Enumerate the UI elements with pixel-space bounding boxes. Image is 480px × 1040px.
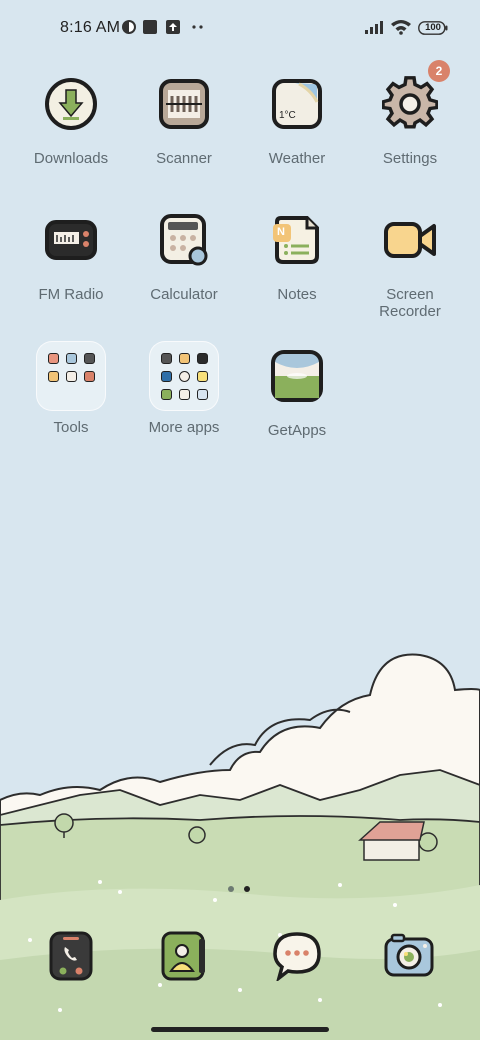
app-settings[interactable]: 2 Settings [355,60,465,167]
mini-app-icon [179,353,190,364]
signal-icon [364,19,386,36]
mini-app-icon [179,371,190,382]
gear-icon: 2 [382,60,450,132]
app-scanner[interactable]: Scanner [129,76,239,167]
calculator-icon [156,212,212,268]
app-notes[interactable]: N Notes [242,212,352,303]
contrast-icon [121,19,137,36]
mini-app-icon [84,353,95,364]
dock-camera[interactable] [384,931,434,981]
app-label: Scanner [156,150,212,167]
app-fm-radio[interactable]: FM Radio [16,212,126,303]
mini-app-icon [84,371,95,382]
video-camera-icon [382,212,438,268]
camera-icon [384,933,434,977]
square-icon [142,19,158,36]
upload-icon [165,19,181,36]
app-label: Notes [277,286,317,303]
app-screen-recorder[interactable]: Screen Recorder [355,212,465,320]
app-downloads[interactable]: Downloads [16,76,126,167]
app-label: FM Radio [38,286,104,303]
mini-app-icon [66,371,77,382]
home-indicator[interactable] [151,1027,329,1032]
mini-app-icon [179,389,190,400]
dock-contacts[interactable] [159,931,209,981]
phone-icon [49,931,93,981]
mini-app-icon [48,353,59,364]
folder-more-apps[interactable]: More apps [129,341,239,436]
scanner-icon [156,76,212,132]
chat-bubble-icon [273,932,321,983]
app-label: Calculator [150,286,218,303]
mini-app-icon [48,371,59,382]
status-bar: 8:16 AM 100 [0,0,480,56]
app-calculator[interactable]: Calculator [129,212,239,303]
download-icon [43,76,99,132]
more-dots-icon [191,19,205,36]
mini-app-icon [197,371,208,382]
mini-app-icon [161,371,172,382]
folder-preview [36,341,106,411]
folder-preview [149,341,219,411]
app-label: Downloads [33,150,109,167]
app-label: Settings [382,150,438,167]
page-dot[interactable] [228,886,234,892]
app-weather[interactable]: 1°C Weather [242,76,352,167]
store-icon [269,348,325,404]
weather-icon: 1°C [269,76,325,132]
page-dot-active[interactable] [244,886,250,892]
notification-badge: 2 [428,60,450,82]
radio-icon [43,212,99,268]
status-time: 8:16 AM [60,19,121,36]
weather-temperature: 1°C [279,110,296,121]
mini-app-icon [161,389,172,400]
mini-app-icon [197,389,208,400]
app-label: GetApps [267,422,327,439]
folder-tools[interactable]: Tools [16,341,126,436]
mini-app-icon [161,353,172,364]
folder-label: More apps [148,419,220,436]
dock-messages[interactable] [272,931,322,983]
wifi-icon [390,19,412,36]
app-getapps[interactable]: GetApps [242,348,352,439]
folder-label: Tools [53,419,89,436]
battery-level: 100 [425,22,441,33]
page-indicator [228,879,260,897]
notes-letter: N [277,226,285,238]
mini-app-icon [66,353,77,364]
app-label: Screen Recorder [379,286,441,320]
dock-phone[interactable] [46,931,96,981]
contacts-icon [161,931,205,981]
app-label: Weather [268,150,326,167]
notes-icon: N [269,212,325,268]
mini-app-icon [197,353,208,364]
